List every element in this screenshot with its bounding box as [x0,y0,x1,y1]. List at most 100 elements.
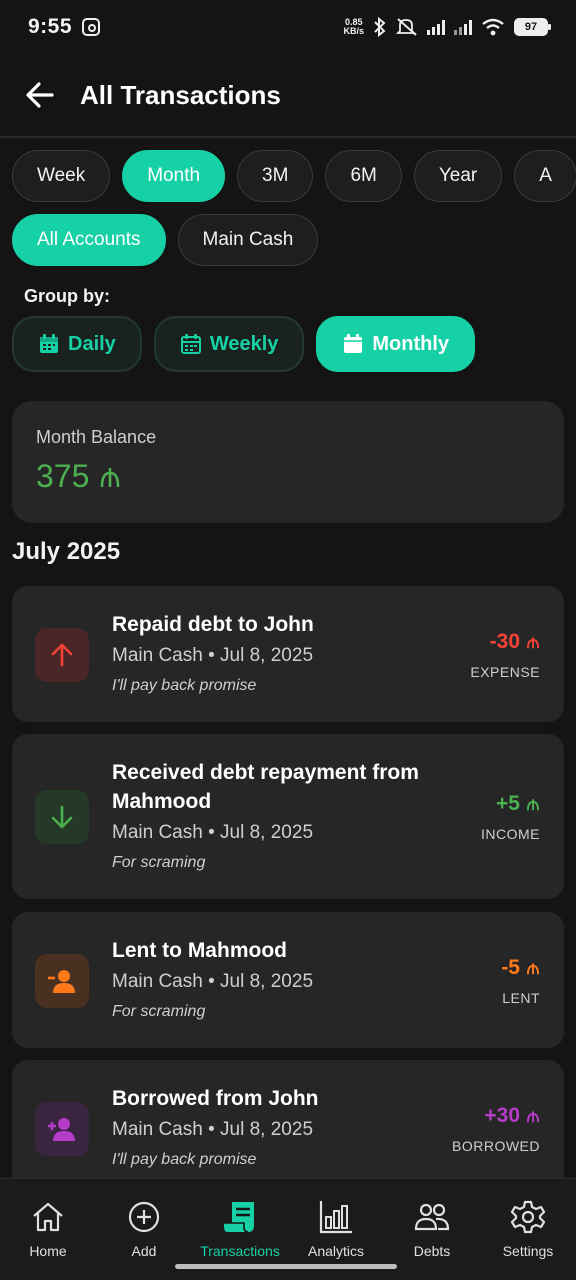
status-time: 9:55 [28,15,73,38]
account-filter: All Accounts Main Cash [12,214,319,266]
transaction-amount-row: -30 [470,630,540,654]
home-indicator[interactable] [175,1264,397,1269]
transaction-card[interactable]: Received debt repayment from Mahmood Mai… [12,734,564,899]
transaction-card[interactable]: Borrowed from John Main Cash • Jul 8, 20… [12,1060,564,1196]
group-monthly-label: Monthly [372,332,450,355]
transaction-amount: +30 [484,1104,520,1127]
transaction-note: I'll pay back promise [112,1151,257,1168]
transaction-title: Received debt repayment from Mahmood [112,761,419,813]
transaction-details: Borrowed from John Main Cash • Jul 8, 20… [112,1084,452,1171]
transaction-note: For scraming [112,854,206,871]
arrow-down-icon [35,790,89,844]
group-weekly-button[interactable]: Weekly [153,316,305,372]
group-monthly-button[interactable]: Monthly [316,316,476,372]
period-chip-week[interactable]: Week [12,150,111,202]
calendar-week-icon [180,334,201,354]
nav-home[interactable]: Home [0,1179,96,1280]
mute-icon [396,18,417,36]
transaction-date: Jul 8, 2025 [220,822,314,843]
transaction-note: For scraming [112,1003,206,1020]
people-icon [414,1203,450,1231]
transaction-note: I'll pay back promise [112,677,257,694]
currency-icon [526,962,540,974]
person-add-icon [35,1102,89,1156]
transaction-type: EXPENSE [470,664,540,680]
status-icons: 0.85 KB/s 97 [343,17,551,37]
home-icon [33,1202,63,1232]
signal-icon [427,19,445,35]
nav-settings[interactable]: Settings [480,1179,576,1280]
currency-icon [526,798,540,810]
transaction-amount: -30 [489,630,520,653]
transaction-title: Repaid debt to John [112,613,314,636]
nav-home-label: Home [29,1243,67,1259]
add-circle-icon [128,1201,160,1233]
battery-icon: 97 [514,18,551,36]
currency-icon [101,467,120,487]
back-button[interactable] [0,53,80,137]
battery-level: 97 [524,21,538,33]
nav-settings-label: Settings [502,1243,554,1259]
transaction-details: Repaid debt to John Main Cash • Jul 8, 2… [112,610,452,697]
calendar-icon [40,334,58,353]
nav-add-label: Add [131,1243,157,1259]
nav-debts-label: Debts [413,1243,451,1259]
transaction-amount-block: +30 BORROWED [452,1104,540,1154]
transaction-meta: Main Cash • Jul 8, 2025 [112,822,314,843]
arrow-back-icon [26,82,54,108]
transaction-amount-row: +5 [481,792,540,816]
transaction-details: Received debt repayment from Mahmood Mai… [112,758,452,874]
group-daily-label: Daily [68,332,116,355]
wifi-icon [482,18,504,36]
transaction-date: Jul 8, 2025 [220,645,314,666]
person-remove-icon [35,954,89,1008]
transaction-title: Borrowed from John [112,1087,319,1110]
period-chip-3m[interactable]: 3M [237,150,314,202]
nav-analytics-label: Analytics [307,1243,365,1259]
transaction-card[interactable]: Lent to Mahmood Main Cash • Jul 8, 2025 … [12,912,564,1048]
bluetooth-icon [374,17,386,37]
period-chip-year[interactable]: Year [413,150,503,202]
signal-icon-2 [454,19,472,35]
transaction-card[interactable]: Repaid debt to John Main Cash • Jul 8, 2… [12,586,564,722]
instagram-icon [82,18,101,36]
receipt-icon [224,1202,254,1233]
calendar-month-icon [344,334,363,353]
transaction-amount-block: +5 INCOME [481,792,540,842]
transaction-title: Lent to Mahmood [112,939,287,962]
gear-icon [510,1200,546,1234]
group-by-options: Daily Weekly Monthly [12,316,476,372]
transaction-meta: Main Cash • Jul 8, 2025 [112,971,314,992]
transaction-amount: +5 [496,792,520,815]
balance-value: 375 [36,458,90,494]
nav-transactions-label: Transactions [200,1243,280,1259]
transaction-amount: -5 [501,956,520,979]
status-bar: 9:55 0.85 KB/s 97 [0,0,576,54]
transaction-account: Main Cash [112,645,203,666]
transaction-account: Main Cash [112,971,203,992]
account-chip-main-cash[interactable]: Main Cash [177,214,319,266]
period-chip-all[interactable]: A [514,150,576,202]
balance-value-row: 375 [36,458,540,495]
transaction-date: Jul 8, 2025 [220,971,314,992]
group-daily-button[interactable]: Daily [12,316,142,372]
transaction-amount-block: -5 LENT [501,956,540,1006]
period-chip-month[interactable]: Month [122,150,226,202]
period-chip-6m[interactable]: 6M [325,150,402,202]
transaction-meta: Main Cash • Jul 8, 2025 [112,1119,314,1140]
transaction-details: Lent to Mahmood Main Cash • Jul 8, 2025 … [112,936,452,1023]
transaction-account: Main Cash [112,1119,203,1140]
nav-debts[interactable]: Debts [384,1179,480,1280]
network-speed-unit: KB/s [343,26,364,36]
page-title: All Transactions [80,79,281,110]
month-heading: July 2025 [12,538,121,565]
period-filter: Week Month 3M 6M Year A [12,150,576,202]
arrow-up-icon [35,628,89,682]
transaction-amount-block: -30 EXPENSE [470,630,540,680]
currency-icon [526,636,540,648]
transaction-type: LENT [502,990,540,1006]
group-weekly-label: Weekly [209,332,279,355]
transaction-account: Main Cash [112,822,203,843]
account-chip-all[interactable]: All Accounts [12,214,166,266]
transaction-meta: Main Cash • Jul 8, 2025 [112,645,314,666]
